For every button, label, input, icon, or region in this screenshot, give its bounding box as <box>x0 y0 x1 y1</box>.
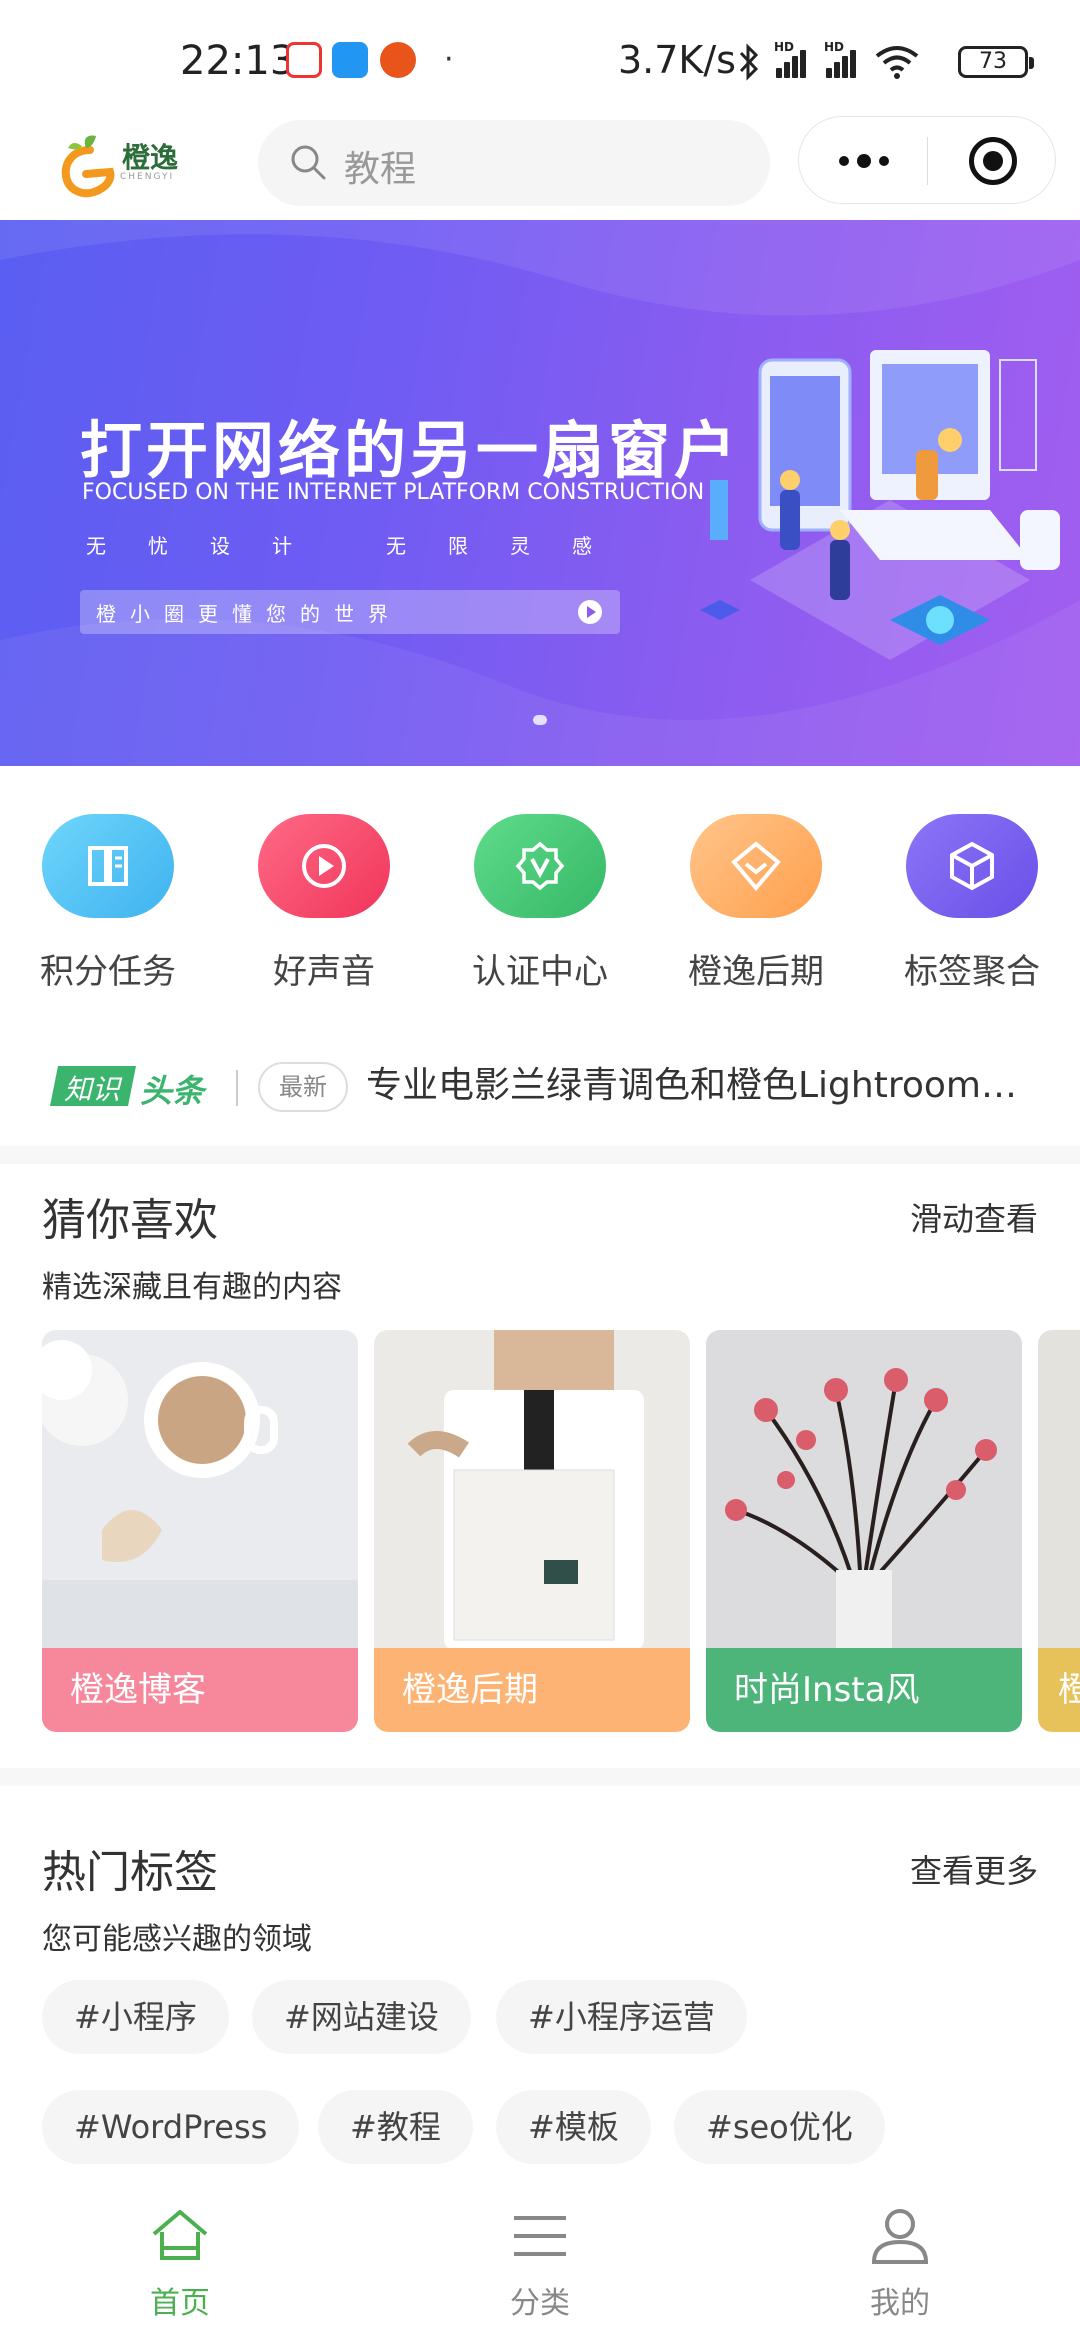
banner-title: 打开网络的另一扇窗户 <box>80 414 741 487</box>
banner-bar: 橙小圈更懂您的世界 <box>80 590 620 634</box>
newest-badge: 最新 <box>258 1062 348 1112</box>
wifi-icon <box>875 46 919 79</box>
banner-subtitle: FOCUSED ON THE INTERNET PLATFORM CONSTRU… <box>82 480 705 505</box>
capsule-divider <box>927 137 928 185</box>
net-speed: 3.7K/s <box>618 38 736 82</box>
swipe-to-view-link[interactable]: 滑动查看 <box>910 1194 1038 1240</box>
home-icon <box>152 2210 208 2260</box>
bluetooth-icon <box>739 43 759 81</box>
tag-chip[interactable]: #教程 <box>318 2090 473 2164</box>
close-miniprogram-icon[interactable] <box>969 137 1017 185</box>
knowledge-headline-badge: 知识 头条 <box>50 1064 212 1110</box>
badge-text-b: 头条 <box>140 1072 205 1110</box>
card-label: 橙逸后期 <box>374 1648 690 1732</box>
quick-nav-label: 标签聚合 <box>904 952 1040 992</box>
quick-nav: 积分任务 好声音 认证中心 橙逸后期 标签聚合 <box>0 766 1080 1026</box>
recommend-card[interactable]: 时尚Insta风 <box>706 1330 1022 1732</box>
tab-label: 首页 <box>150 2286 210 2321</box>
view-more-link[interactable]: 查看更多 <box>910 1846 1038 1892</box>
user-icon <box>871 2209 929 2264</box>
status-dot: · <box>444 42 454 77</box>
tab-label: 分类 <box>510 2286 570 2321</box>
battery-icon: 73 <box>958 46 1034 78</box>
status-bar: 22:13 · 3.7K/s HD HD 73 <box>0 0 1080 112</box>
banner-bar-text: 橙小圈更懂您的世界 <box>96 602 402 626</box>
ticker-headline[interactable]: 专业电影兰绿青调色和橙色Lightroom… <box>366 1056 1026 1108</box>
section-divider <box>0 1146 1080 1164</box>
miniprogram-capsule <box>798 116 1056 204</box>
tab-label: 我的 <box>870 2286 930 2321</box>
status-icons: HD HD <box>738 38 920 86</box>
app-notification-icon <box>286 42 322 78</box>
banner-tag: 无忧设计 <box>86 534 334 558</box>
isometric-illustration <box>700 350 1060 660</box>
quick-nav-label: 好声音 <box>273 952 375 992</box>
book-icon <box>42 814 174 918</box>
tag-chip[interactable]: #小程序运营 <box>496 1980 747 2054</box>
banner-tag: 无限灵感 <box>386 534 634 558</box>
tag-chip[interactable]: #WordPress <box>42 2090 300 2164</box>
search-placeholder: 教程 <box>344 149 417 190</box>
more-options-icon[interactable] <box>829 143 899 179</box>
brand-logo[interactable]: 橙逸 CHENGYI <box>60 124 190 200</box>
card-image <box>706 1330 1022 1650</box>
quick-nav-item-post-production[interactable]: 橙逸后期 <box>666 814 846 993</box>
orange-logo-icon <box>61 135 115 198</box>
card-image <box>1038 1330 1080 1650</box>
quick-nav-item-good-voice[interactable]: 好声音 <box>234 814 414 993</box>
search-bar[interactable]: 教程 <box>258 120 770 206</box>
quick-nav-label: 橙逸后期 <box>688 952 824 992</box>
play-icon <box>578 600 602 624</box>
tag-chip[interactable]: #小程序 <box>42 1980 229 2054</box>
news-ticker[interactable]: 知识 头条 最新 专业电影兰绿青调色和橙色Lightroom… <box>0 1026 1080 1156</box>
quick-nav-item-certification[interactable]: 认证中心 <box>450 814 630 993</box>
status-time: 22:13 <box>180 38 296 84</box>
menu-icon <box>514 2216 566 2256</box>
section-divider <box>0 1768 1080 1786</box>
signal-icon: HD <box>774 40 810 78</box>
hot-tags-title: 热门标签 <box>42 1847 218 1898</box>
tag-chip[interactable]: #模板 <box>496 2090 651 2164</box>
app-notification-icon <box>380 42 416 78</box>
search-icon <box>291 145 326 180</box>
quick-nav-item-points-task[interactable]: 积分任务 <box>18 814 198 993</box>
card-image <box>42 1330 358 1650</box>
carousel-indicator[interactable] <box>533 715 547 725</box>
app-notification-icon <box>332 42 368 78</box>
recommend-card[interactable]: 橙逸后期 <box>374 1330 690 1732</box>
recommend-card[interactable]: 橙逸博客 <box>42 1330 358 1732</box>
logo-text: 橙逸 <box>122 141 179 174</box>
quick-nav-item-tag-aggregation[interactable]: 标签聚合 <box>882 814 1062 993</box>
header: 橙逸 CHENGYI 教程 <box>0 112 1080 220</box>
card-image <box>374 1330 690 1650</box>
recommend-card[interactable]: 橙 <box>1038 1330 1080 1732</box>
card-label: 时尚Insta风 <box>706 1648 1022 1732</box>
card-label: 橙逸博客 <box>42 1648 358 1732</box>
logo-subtext: CHENGYI <box>120 172 175 182</box>
diamond-icon <box>690 814 822 918</box>
tab-category[interactable]: 分类 <box>440 2204 640 2322</box>
tag-chip[interactable]: #seo优化 <box>674 2090 885 2164</box>
guess-subtitle: 精选深藏且有趣的内容 <box>42 1270 342 1305</box>
hero-banner[interactable]: 打开网络的另一扇窗户 FOCUSED ON THE INTERNET PLATF… <box>0 220 1080 766</box>
play-icon <box>258 814 390 918</box>
verified-icon <box>474 814 606 918</box>
tag-chip[interactable]: #网站建设 <box>252 1980 471 2054</box>
ticker-divider <box>236 1070 238 1106</box>
banner-tags: 无忧设计 无限灵感 <box>86 530 686 559</box>
tab-home[interactable]: 首页 <box>80 2204 280 2322</box>
bottom-tab-bar: 首页 分类 我的 <box>0 2190 1080 2340</box>
card-label: 橙 <box>1038 1648 1080 1732</box>
cube-icon <box>906 814 1038 918</box>
signal-icon: HD <box>824 40 860 78</box>
guess-title: 猜你喜欢 <box>42 1195 218 1246</box>
tab-profile[interactable]: 我的 <box>800 2204 1000 2322</box>
quick-nav-label: 认证中心 <box>472 952 608 992</box>
recommend-carousel[interactable]: 橙逸博客 橙逸后期 时尚Insta风 橙 <box>42 1330 1080 1732</box>
badge-text-a: 知识 <box>64 1073 121 1106</box>
hot-tags-subtitle: 您可能感兴趣的领域 <box>42 1922 312 1957</box>
quick-nav-label: 积分任务 <box>40 952 176 992</box>
